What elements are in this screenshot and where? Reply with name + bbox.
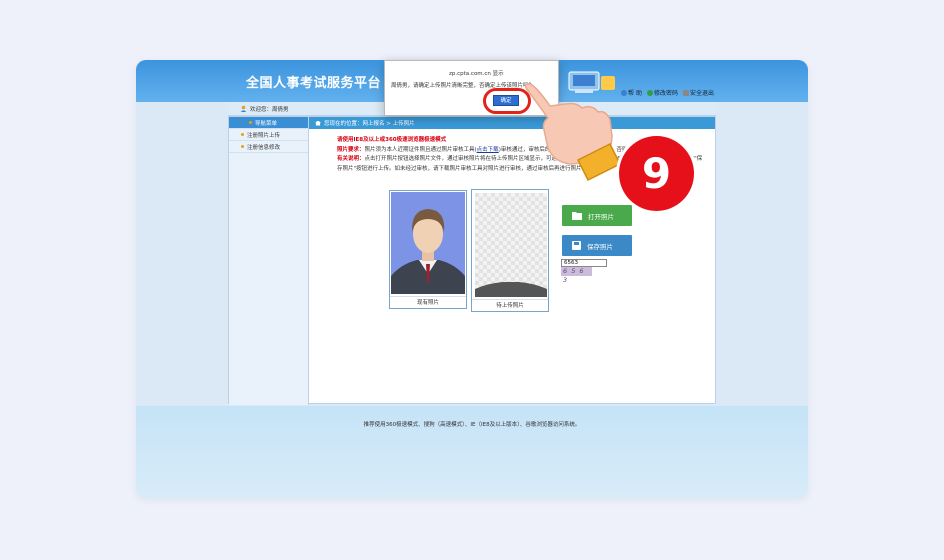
sidebar-item-info-edit[interactable]: 注册信息修改 [229,141,308,153]
key-icon [646,89,653,96]
user-icon [240,105,247,112]
breadcrumb: 您现在的位置：网上报名 > 上传照片 [309,117,715,129]
change-password-link[interactable]: 修改密码 [646,88,678,97]
pending-photo-caption: 待上传照片 [472,299,548,311]
dialog-title: zp.cpta.com.cn 显示 [449,71,504,77]
bullet-icon [241,145,244,148]
pending-photo-box: 待上传照片 [471,189,549,312]
home-icon [315,120,321,126]
site-title: 全国人事考试服务平台 [246,76,382,91]
folder-icon [572,212,582,220]
current-photo-caption: 现有照片 [390,296,466,308]
step-badge: 9 [619,136,694,211]
portrait-photo [391,192,465,294]
logout-icon [682,89,689,96]
logout-link[interactable]: 安全退出 [682,88,714,97]
save-photo-button[interactable]: 保存照片 [562,235,632,256]
download-link[interactable]: 点击下载 [477,147,499,153]
save-icon [572,241,581,250]
bullet-icon [249,121,252,124]
open-photo-button[interactable]: 打开照片 [562,205,632,226]
sidebar-item-nav-menu: 导航菜单 [229,117,308,129]
sidebar-item-photo-upload[interactable]: 注册照片上传 [229,129,308,141]
footer: 推荐使用360极速模式、搜狗（高速模式）、IE（IE8及以上版本）、谷歌浏览器访… [136,406,808,498]
browser-window: 全国人事考试服务平台 帮 助 修改密码 安全退出 欢迎您：周倩男 导航菜单 注册… [136,60,808,498]
captcha-input[interactable]: 6563 [561,259,607,267]
pending-photo-placeholder [475,193,547,297]
current-photo-box: 现有照片 [389,190,467,309]
pointing-hand-icon [524,83,622,182]
header-links: 帮 助 修改密码 安全退出 [621,88,714,97]
footer-text: 推荐使用360极速模式、搜狗（高速模式）、IE（IE8及以上版本）、谷歌浏览器访… [363,422,581,428]
welcome-text: 欢迎您：周倩男 [250,106,289,113]
captcha-image[interactable]: 6 5 6 3 [561,267,592,284]
sidebar: 导航菜单 注册照片上传 注册信息修改 [229,117,309,405]
bullet-icon [241,133,244,136]
